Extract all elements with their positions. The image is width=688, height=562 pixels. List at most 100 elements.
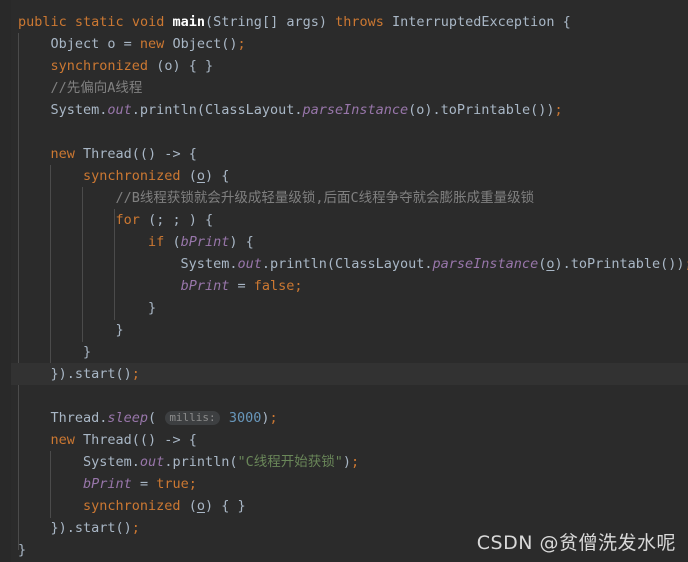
code-line[interactable]: } — [0, 297, 688, 319]
code-token: ) — [342, 454, 351, 470]
code-token: out — [139, 454, 165, 470]
code-line[interactable]: //B线程获锁就会升级成轻量级锁,后面C线程争夺就会膨胀成重量级锁 — [0, 187, 688, 209]
code-token: ; — [269, 410, 278, 426]
code-token: synchronized — [50, 58, 149, 74]
code-token: synchronized — [83, 498, 181, 514]
code-line[interactable]: public static void main(String[] args) t… — [0, 11, 688, 33]
code-content[interactable]: public static void main(String[] args) t… — [0, 0, 688, 561]
code-token: parseInstance — [432, 256, 539, 272]
code-token: sleep — [107, 410, 149, 426]
code-token: ).toPrintable()) — [554, 256, 685, 272]
code-token: ; — [131, 520, 140, 536]
code-token: .println( — [164, 454, 238, 470]
code-token: Object() — [164, 36, 238, 52]
code-token: (o).toPrintable()) — [408, 102, 555, 118]
code-token: ( — [164, 234, 181, 250]
code-token: ; — [554, 102, 563, 118]
code-line[interactable]: Object o = new Object(); — [0, 33, 688, 55]
code-token: ; — [131, 366, 140, 382]
code-token: } — [18, 542, 27, 558]
code-token: out — [237, 256, 262, 272]
code-token: String — [213, 14, 262, 30]
code-token: for — [115, 212, 140, 228]
code-token: = — [131, 476, 157, 492]
code-token: //先偏向A线程 — [18, 80, 143, 96]
code-token: ( — [180, 498, 197, 514]
code-token: } — [18, 322, 124, 338]
code-token: true — [156, 476, 189, 492]
code-token: System. — [18, 102, 108, 118]
code-token: ; — [351, 454, 360, 470]
code-token: }).start() — [18, 366, 132, 382]
code-token: ; — [294, 278, 303, 294]
code-line[interactable] — [0, 121, 688, 143]
code-line[interactable]: System.out.println("C线程开始获锁"); — [0, 451, 688, 473]
code-token: (; ; ) { — [139, 212, 214, 228]
code-token: o — [196, 498, 205, 514]
code-line[interactable]: synchronized (o) { — [0, 165, 688, 187]
code-line[interactable]: for (; ; ) { — [0, 209, 688, 231]
code-line[interactable]: synchronized (o) { } — [0, 495, 688, 517]
code-token: ( — [180, 168, 197, 184]
code-token: .println(ClassLayout. — [261, 256, 433, 272]
code-token: Thread. — [18, 410, 108, 426]
code-line[interactable]: System.out.println(ClassLayout.parseInst… — [0, 99, 688, 121]
code-token: public — [18, 14, 67, 30]
code-line[interactable]: new Thread(() -> { — [0, 429, 688, 451]
code-token: parseInstance — [302, 102, 409, 118]
csdn-watermark: CSDN @贫僧洗发水呢 — [476, 532, 676, 554]
code-token: out — [107, 102, 132, 118]
code-token: ) { — [229, 234, 254, 250]
code-token: if — [148, 234, 165, 250]
code-token: = — [229, 278, 254, 294]
code-line[interactable]: bPrint = true; — [0, 473, 688, 495]
code-token: System. — [18, 454, 140, 470]
code-token: ) { — [204, 168, 230, 184]
code-token: void — [131, 14, 165, 30]
code-token: ) { } — [204, 498, 246, 514]
code-token: main — [172, 14, 206, 30]
code-token: } — [18, 300, 157, 316]
code-line[interactable]: if (bPrint) { — [0, 231, 688, 253]
code-token: .println(ClassLayout. — [131, 102, 303, 118]
code-token: throws — [335, 14, 384, 30]
code-editor[interactable]: public static void main(String[] args) t… — [0, 0, 688, 562]
code-line[interactable]: System.out.println(ClassLayout.parseInst… — [0, 253, 688, 275]
code-line[interactable]: new Thread(() -> { — [0, 143, 688, 165]
code-token: //B线程获锁就会升级成轻量级锁,后面C线程争夺就会膨胀成重量级锁 — [18, 190, 535, 206]
code-token: [] args) — [261, 14, 336, 30]
code-token: "C线程开始获锁" — [237, 454, 343, 470]
code-line[interactable]: synchronized (o) { } — [0, 55, 688, 77]
code-token: Thread(() -> { — [74, 432, 197, 448]
code-token: bPrint — [83, 476, 132, 492]
code-line[interactable]: Thread.sleep( millis: 3000); — [0, 407, 688, 429]
code-token: new — [50, 146, 75, 162]
code-token: bPrint — [180, 234, 230, 250]
code-line[interactable]: } — [0, 341, 688, 363]
code-line[interactable] — [0, 385, 688, 407]
code-token: (o) { } — [148, 58, 214, 74]
code-line[interactable]: }).start(); — [0, 363, 688, 385]
code-line[interactable]: bPrint = false; — [0, 275, 688, 297]
code-line[interactable]: } — [0, 319, 688, 341]
code-token: synchronized — [83, 168, 181, 184]
code-token: ; — [237, 36, 246, 52]
code-token: Object o = — [18, 36, 140, 52]
code-token: new — [139, 36, 165, 52]
parameter-hint: millis: — [165, 411, 220, 425]
code-token: new — [50, 432, 75, 448]
code-token: ; — [685, 256, 688, 272]
code-token: o — [196, 168, 205, 184]
code-line[interactable]: //先偏向A线程 — [0, 77, 688, 99]
